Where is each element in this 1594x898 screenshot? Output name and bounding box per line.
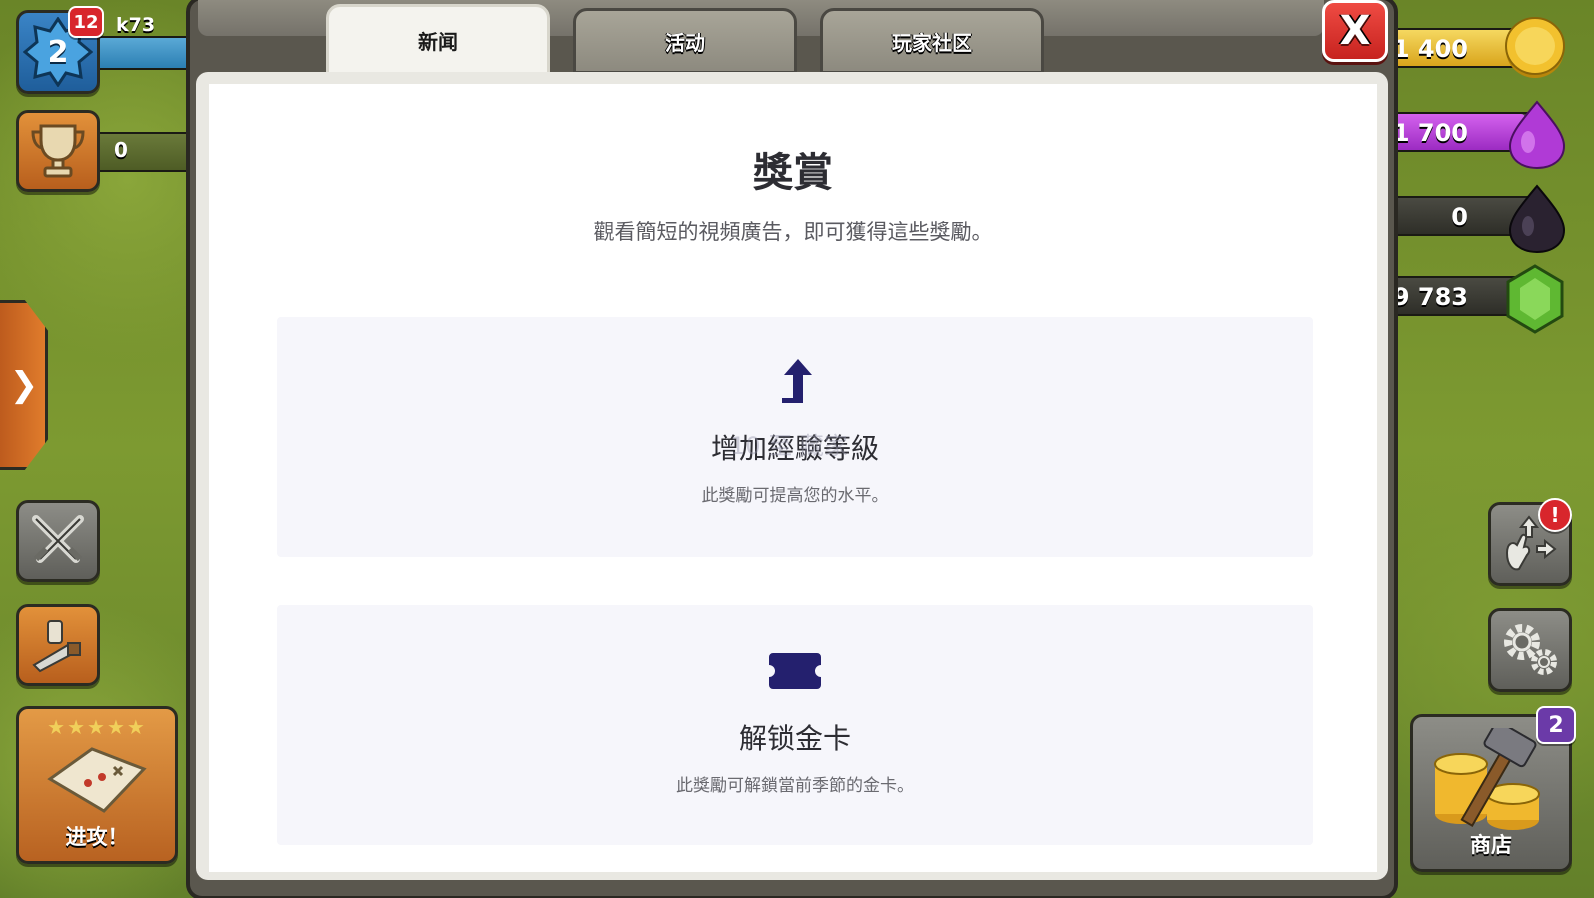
trophy-icon <box>31 124 85 178</box>
level-notification-badge: 12 <box>68 6 104 38</box>
gear-icon <box>1504 624 1557 675</box>
ticket-icon <box>769 653 821 689</box>
treasure-map-icon <box>47 747 147 813</box>
tab-news-label: 新闻 <box>418 29 458 54</box>
dark-elixir-drop-icon <box>1506 184 1568 258</box>
close-icon: X <box>1339 8 1371 54</box>
builder-button[interactable] <box>16 604 100 686</box>
dark-elixir-amount: 0 <box>1451 203 1468 231</box>
gold-coin-icon <box>1504 14 1566 84</box>
chevron-right-icon: ❯ <box>9 365 39 405</box>
page-subtitle: 觀看簡短的視頻廣告，即可獲得這些獎勵。 <box>593 220 993 244</box>
side-expand-button[interactable]: ❯ <box>0 300 48 470</box>
elixir-drop-icon <box>1506 100 1568 174</box>
trophy-count: 0 <box>114 138 128 162</box>
player-level: 2 <box>47 34 69 70</box>
tab-news[interactable]: 新闻 <box>326 4 550 76</box>
attack-label: 进攻！ <box>65 825 129 849</box>
reward-title: 解锁金卡 <box>738 722 851 755</box>
xp-bar <box>98 36 188 70</box>
reward-card-xp[interactable]: 增加經驗等級 此獎勵可提高您的水平。 <box>277 317 1313 557</box>
attack-stars: ★★★★★ <box>47 715 147 739</box>
shop-label: 商店 <box>1470 833 1512 857</box>
trophy-bar <box>98 132 188 172</box>
close-button[interactable]: X <box>1322 0 1388 62</box>
attack-button[interactable]: ★★★★★ 进攻！ <box>16 706 178 864</box>
player-name: k73 <box>116 14 156 36</box>
shop-badge: 2 <box>1536 706 1576 744</box>
reward-title: 增加經驗等級 <box>710 432 879 465</box>
builder-sword-icon <box>32 620 81 673</box>
builder-alert-badge: ! <box>1538 498 1572 532</box>
tab-events-label: 活动 <box>665 30 705 55</box>
arrow-up-icon <box>778 359 812 407</box>
crossed-swords-icon <box>32 515 84 563</box>
gem-icon <box>1504 264 1566 338</box>
page-title: 獎賞 <box>753 150 833 196</box>
tab-community-label: 玩家社区 <box>892 30 972 55</box>
reward-card-gold-pass[interactable]: 解锁金卡 此獎勵可解鎖當前季節的金卡。 <box>277 605 1313 845</box>
tab-community[interactable]: 玩家社区 <box>820 8 1044 74</box>
reward-description: 此獎勵可解鎖當前季節的金卡。 <box>676 776 914 796</box>
tab-events[interactable]: 活动 <box>573 8 797 74</box>
reward-description: 此獎勵可提高您的水平。 <box>701 486 889 506</box>
battle-log-button[interactable] <box>16 500 100 582</box>
trophy-button[interactable] <box>16 110 100 192</box>
shop-coins-hammer-icon <box>1434 728 1540 830</box>
settings-button[interactable] <box>1488 608 1572 692</box>
